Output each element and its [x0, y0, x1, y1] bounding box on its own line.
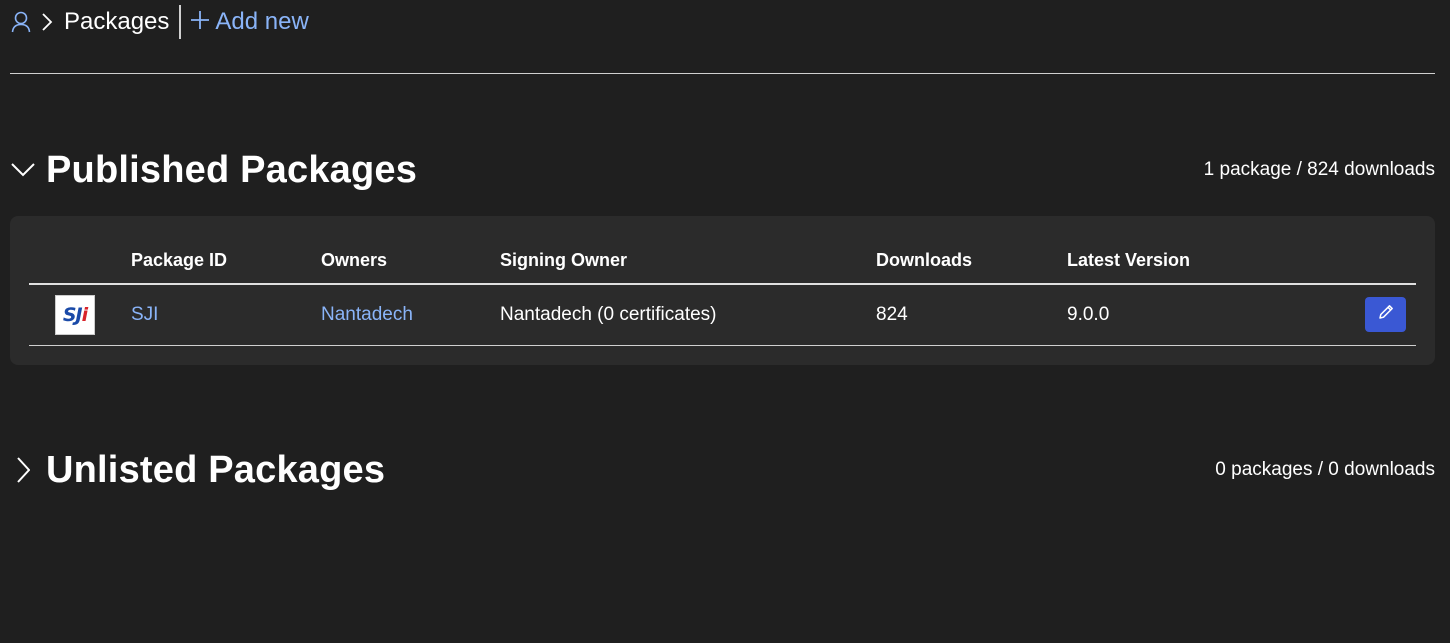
latest-version-cell: 9.0.0: [1067, 284, 1346, 346]
table-header-row: Package ID Owners Signing Owner Download…: [29, 238, 1416, 285]
package-id-link[interactable]: SJI: [131, 304, 158, 325]
breadcrumb-current: Packages: [64, 8, 170, 35]
actions-cell: [1346, 284, 1416, 346]
signing-owner-cell: Nantadech (0 certificates): [500, 284, 876, 346]
published-toggle[interactable]: Published Packages: [10, 149, 417, 192]
downloads-cell: 824: [876, 284, 1067, 346]
package-logo-cell: SJi: [29, 284, 131, 346]
published-section-header: Published Packages 1 package / 824 downl…: [10, 146, 1435, 194]
plus-icon: [189, 8, 211, 36]
add-new-link[interactable]: Add new: [189, 8, 309, 36]
owners-cell: Nantadech: [321, 284, 500, 346]
page: Packages Add new Published Packages 1 pa…: [0, 0, 1450, 643]
unlisted-toggle[interactable]: Unlisted Packages: [10, 449, 385, 492]
package-id-cell: SJI: [131, 284, 321, 346]
published-summary: 1 package / 824 downloads: [1203, 159, 1435, 180]
table-row: SJi SJI Nantadech Nantadech (0 certifica…: [29, 284, 1416, 346]
breadcrumb-divider: [179, 5, 182, 39]
owner-link[interactable]: Nantadech: [321, 304, 413, 325]
header-latest-version: Latest Version: [1067, 238, 1346, 285]
header-owners: Owners: [321, 238, 500, 285]
published-packages-card: Package ID Owners Signing Owner Download…: [10, 216, 1435, 365]
breadcrumb: Packages Add new: [10, 0, 309, 44]
add-new-label: Add new: [215, 8, 309, 35]
header-icon-column: [29, 238, 131, 285]
header-downloads: Downloads: [876, 238, 1067, 285]
unlisted-section-header: Unlisted Packages 0 packages / 0 downloa…: [10, 446, 1435, 494]
chevron-down-icon[interactable]: [10, 157, 36, 183]
chevron-right-icon: [36, 10, 58, 34]
packages-table: Package ID Owners Signing Owner Download…: [29, 238, 1416, 346]
unlisted-title: Unlisted Packages: [46, 448, 386, 491]
published-title: Published Packages: [46, 148, 418, 191]
chevron-right-icon[interactable]: [10, 457, 36, 483]
package-logo: SJi: [55, 294, 95, 335]
header-package-id: Package ID: [131, 238, 321, 285]
edit-package-button[interactable]: [1365, 297, 1406, 333]
header-actions: [1346, 238, 1416, 285]
header-signing-owner: Signing Owner: [500, 238, 876, 285]
header-divider: [10, 73, 1435, 74]
person-icon[interactable]: [10, 10, 32, 34]
unlisted-summary: 0 packages / 0 downloads: [1215, 459, 1435, 480]
pencil-icon: [1377, 303, 1395, 327]
